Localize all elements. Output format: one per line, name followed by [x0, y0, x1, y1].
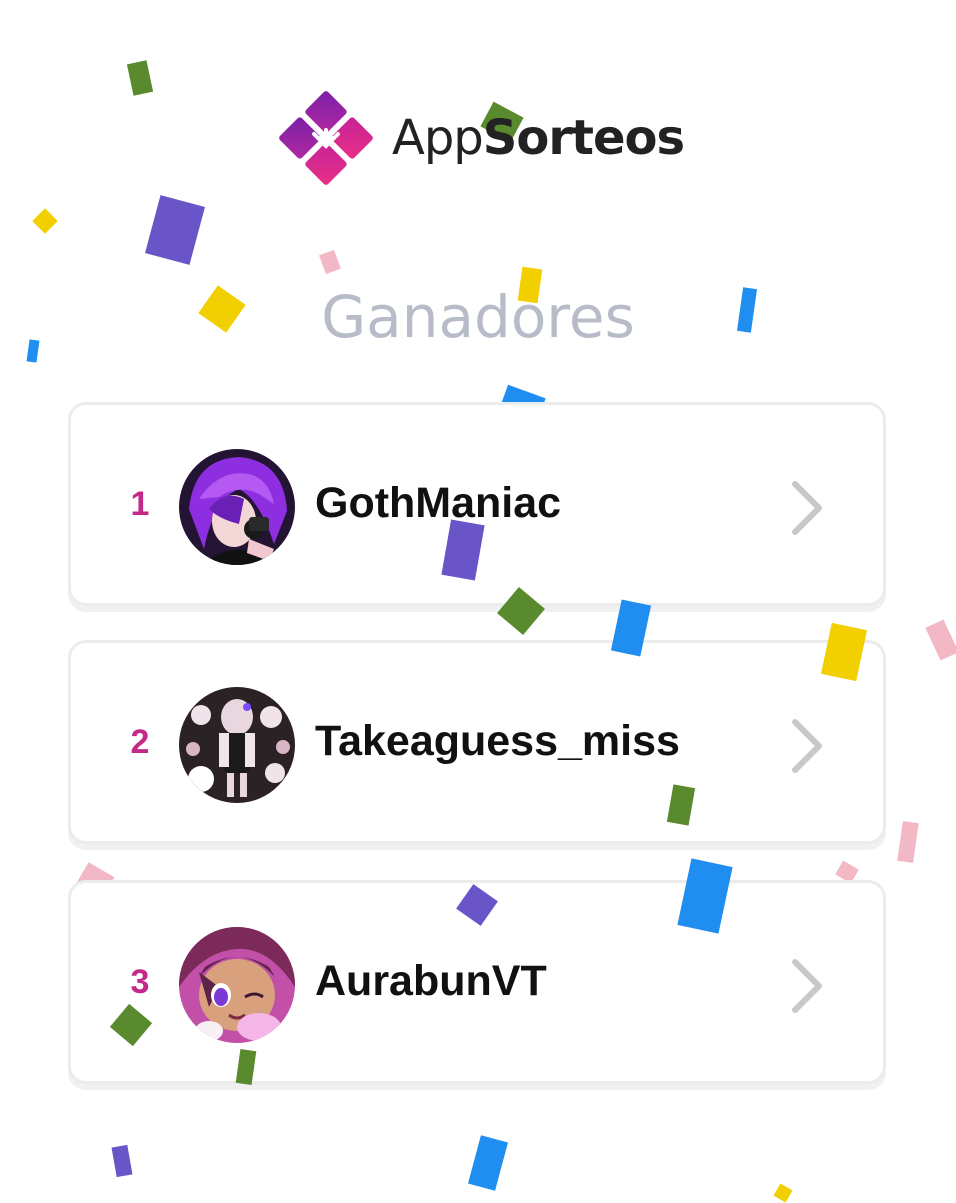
page-title: Ganadores [321, 283, 635, 351]
confetti-piece [925, 619, 956, 661]
winner-name: Takeaguess_miss [315, 717, 680, 765]
chevron-right-icon [792, 481, 822, 535]
winner-card-2[interactable]: 2 Takeaguess_miss [68, 640, 886, 844]
winner-rank: 1 [130, 485, 150, 523]
app-logo: AppSorteos [278, 90, 685, 186]
confetti-piece [111, 1144, 133, 1178]
brand-name-bold: Sorteos [482, 110, 685, 166]
chevron-right-icon [792, 719, 822, 773]
app-name: AppSorteos [392, 114, 685, 162]
chevron-right-icon [792, 959, 822, 1013]
winner-name: AurabunVT [315, 957, 547, 1005]
winner-rank: 3 [130, 963, 150, 1001]
brand-name-light: App [392, 110, 484, 166]
appsorteos-logo-icon [279, 91, 373, 185]
winner-name: GothManiac [315, 479, 562, 527]
confetti-piece [126, 60, 154, 96]
confetti-piece [319, 249, 341, 275]
confetti-piece [32, 208, 58, 234]
confetti-piece [145, 195, 205, 265]
avatar [179, 449, 295, 565]
avatar [179, 687, 295, 803]
avatar [179, 927, 295, 1043]
winner-rank: 2 [130, 723, 150, 761]
winner-card-1[interactable]: 1 GothManiac [68, 402, 886, 606]
confetti-piece [897, 821, 919, 863]
confetti-piece [468, 1135, 508, 1191]
